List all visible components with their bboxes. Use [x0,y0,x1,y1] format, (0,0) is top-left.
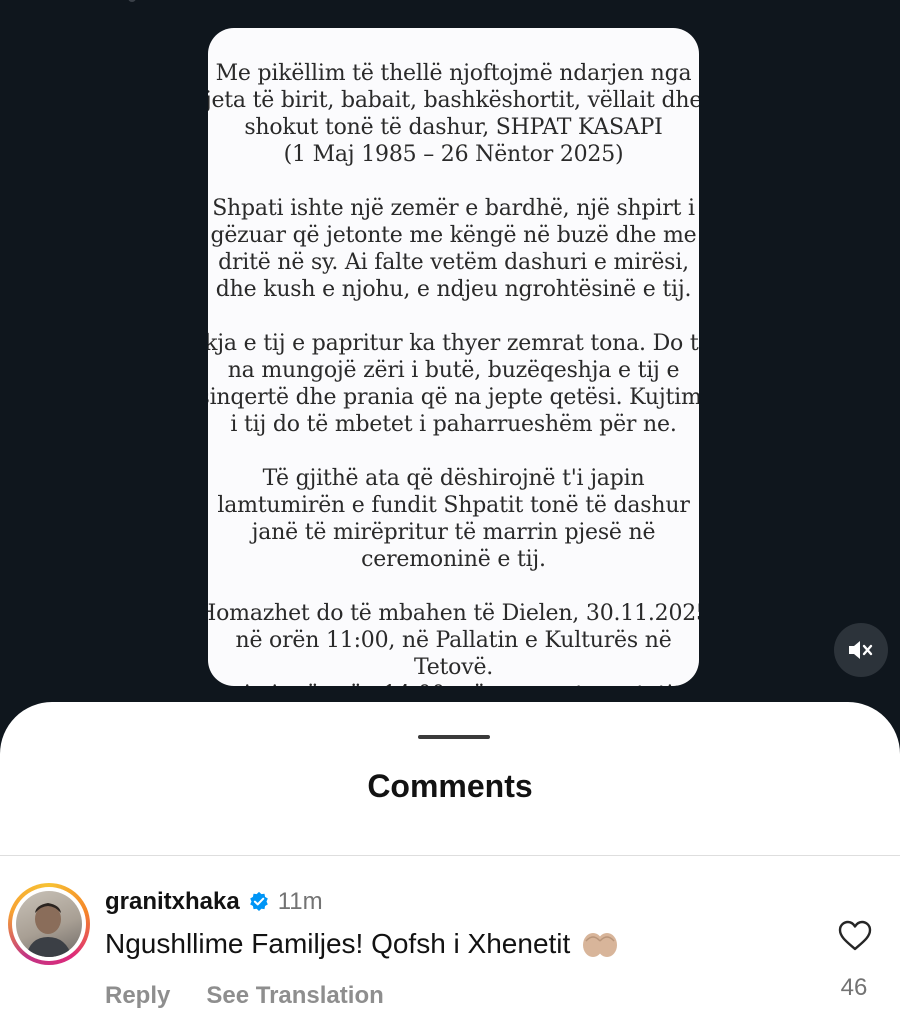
avatar-story-ring[interactable] [8,883,90,965]
post-line: Me pikëllim të thellë njoftojmë ndarjen … [215,61,692,86]
post-line: dhe kush e njohu, e ndjeu ngrohtësinë e … [215,277,692,302]
post-line: lamtumirën e fundit Shpatit tonë të dash… [217,493,690,518]
post-line: në orën 11:00, në Pallatin e Kulturës në [235,628,672,653]
comment-header: granitxhaka 11m [105,888,323,916]
comment-time: 11m [277,888,323,915]
post-line: i tij do të mbetet i paharrueshëm për ne… [230,412,677,437]
heart-icon [838,920,872,951]
comment-body: Ngushllime Familjes! Qofsh i Xhenetit [105,928,620,960]
divider [0,855,900,856]
like-button[interactable] [834,916,876,956]
post-line: janë të mirëpritur të marrin pjesë në [251,520,656,545]
post-line: dritë në sy. Ai falte vetëm dashuri e mi… [218,250,689,275]
post-line: (1 Maj 1985 – 26 Nëntor 2025) [283,142,624,167]
post-line: Tetovë. [413,655,494,680]
mute-button[interactable] [834,623,888,677]
video-area[interactable]: Me pikëllim të thellë njoftojmë ndarjen … [0,0,900,720]
post-line: jeta të birit, babait, bashkëshortit, vë… [208,88,699,113]
avatar[interactable] [16,891,82,957]
post-line: Të gjithë ata që dëshirojnë t'i japin [262,466,645,491]
verified-badge-icon [249,891,268,911]
post-line: shokut tonë të dashur, SHPAT KASAPI [244,115,663,140]
post-line: sinqertë dhe prania që na jepte qetësi. … [208,385,699,410]
comments-sheet: Comments granitxhaka 11m Ngushllime Fami… [0,702,900,1036]
top-indicator [128,0,136,2]
post-paragraph: Shpati ishte një zemër e bardhë, një shp… [208,195,699,303]
post-line: Varrimi: në orën 14:00, në varrezat e qy… [208,681,699,686]
see-translation-button[interactable]: See Translation [206,982,383,1010]
speaker-muted-icon [849,641,873,659]
comments-title: Comments [367,768,533,804]
post-image-card[interactable]: Me pikëllim të thellë njoftojmë ndarjen … [208,28,699,686]
post-paragraph: Të gjithë ata që dëshirojnë t'i japin lam… [208,465,699,573]
post-text-block: Me pikëllim të thellë njoftojmë ndarjen … [208,60,699,686]
praying-hands-emoji [583,933,618,957]
comment-text: Ngushllime Familjes! Qofsh i Xhenetit [105,928,571,959]
post-paragraph: Ikja e tij e papritur ka thyer zemrat to… [208,330,699,438]
like-count: 46 [840,974,868,1001]
post-line: na mungojë zëri i butë, buzëqeshja e tij… [227,358,680,383]
post-line: Ikja e tij e papritur ka thyer zemrat to… [208,331,699,356]
reply-button[interactable]: Reply [105,982,170,1010]
post-line: Homazhet do të mbahen të Dielen, 30.11.2… [208,601,699,626]
post-line: ceremoninë e tij. [361,547,546,572]
post-paragraph: Homazhet do të mbahen të Dielen, 30.11.2… [208,600,699,686]
comment-username[interactable]: granitxhaka [105,888,240,916]
post-paragraph: Me pikëllim të thellë njoftojmë ndarjen … [208,60,699,168]
post-line: Shpati ishte një zemër e bardhë, një shp… [212,196,695,221]
drag-handle[interactable] [418,735,490,739]
comment-actions: Reply See Translation [105,982,384,1010]
post-line: gëzuar që jetonte me këngë në buzë dhe m… [210,223,697,248]
avatar-photo-icon [26,903,72,957]
